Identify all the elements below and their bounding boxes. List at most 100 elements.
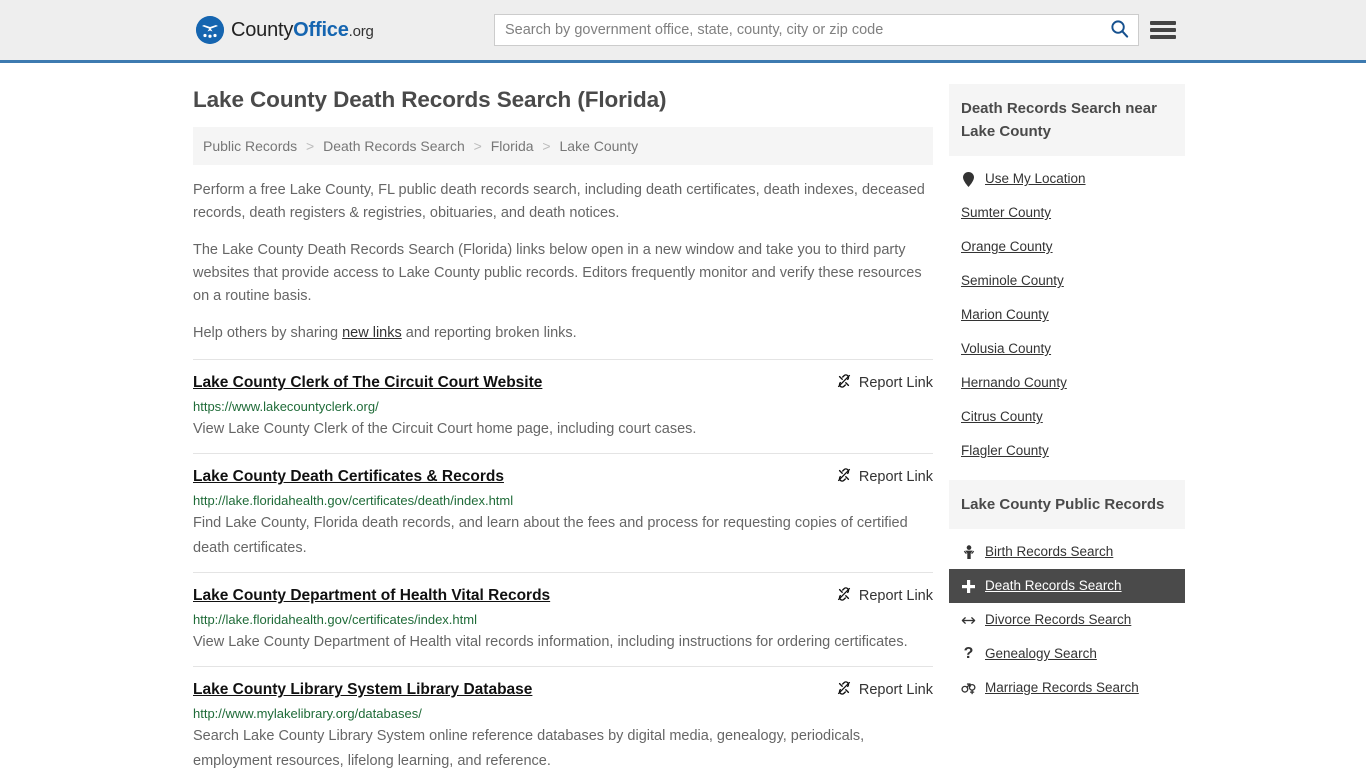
site-logo[interactable]: CountyOffice.org bbox=[196, 16, 374, 44]
sidebar-item-label[interactable]: Marion County bbox=[961, 306, 1049, 324]
breadcrumb-separator: > bbox=[542, 138, 551, 154]
result-item: Lake County Library System Library Datab… bbox=[193, 666, 933, 768]
sidebar-item-label[interactable]: Genealogy Search bbox=[985, 645, 1097, 663]
breadcrumb-item-lake-county: Lake County bbox=[559, 138, 639, 154]
report-link-label: Report Link bbox=[858, 469, 933, 485]
broken-link-icon bbox=[836, 586, 852, 606]
hamburger-menu-icon-bar bbox=[1150, 28, 1176, 32]
result-title-link[interactable]: Lake County Clerk of The Circuit Court W… bbox=[193, 373, 542, 393]
report-link-button[interactable]: Report Link bbox=[822, 467, 933, 487]
breadcrumb-separator: > bbox=[306, 138, 315, 154]
broken-link-icon bbox=[836, 467, 852, 487]
result-description: View Lake County Clerk of the Circuit Co… bbox=[193, 421, 697, 437]
report-link-button[interactable]: Report Link bbox=[822, 586, 933, 606]
records-panel-list: Birth Records Search Death Records Searc… bbox=[949, 529, 1185, 717]
page-body: Lake County Death Records Search (Florid… bbox=[0, 63, 1366, 768]
result-item: Lake County Death Certificates & Records… bbox=[193, 453, 933, 572]
sidebar-item-label[interactable]: Divorce Records Search bbox=[985, 611, 1131, 629]
hamburger-menu-button[interactable] bbox=[1150, 19, 1176, 41]
sidebar-item-death-records-search[interactable]: Death Records Search bbox=[949, 569, 1185, 603]
sidebar-item-genealogy-search[interactable]: ? Genealogy Search bbox=[949, 637, 1185, 671]
result-url: https://www.lakecountyclerk.org/ bbox=[193, 399, 379, 414]
result-url: http://lake.floridahealth.gov/certificat… bbox=[193, 612, 477, 627]
hamburger-menu-icon-bar bbox=[1150, 21, 1176, 25]
sidebar-item-hernando-county[interactable]: Hernando County bbox=[949, 366, 1185, 400]
report-link-button[interactable]: Report Link bbox=[822, 680, 933, 700]
result-url: http://www.mylakelibrary.org/databases/ bbox=[193, 706, 422, 721]
sidebar-item-label[interactable]: Citrus County bbox=[961, 408, 1043, 426]
sidebar-item-use-my-location[interactable]: Use My Location bbox=[949, 162, 1185, 196]
breadcrumb-item-death-records-search[interactable]: Death Records Search bbox=[323, 138, 465, 154]
intro-paragraph-1: Perform a free Lake County, FL public de… bbox=[193, 182, 925, 221]
sidebar: Death Records Search near Lake County Us… bbox=[949, 63, 1185, 768]
result-item: Lake County Clerk of The Circuit Court W… bbox=[193, 359, 933, 453]
breadcrumb-separator: > bbox=[473, 138, 482, 154]
sidebar-item-divorce-records-search[interactable]: Divorce Records Search bbox=[949, 603, 1185, 637]
report-link-button[interactable]: Report Link bbox=[822, 373, 933, 393]
map-pin-icon bbox=[961, 171, 976, 187]
near-panel-list: Use My Location Sumter County Orange Cou… bbox=[949, 156, 1185, 480]
male-female-icon bbox=[961, 682, 976, 695]
sidebar-item-citrus-county[interactable]: Citrus County bbox=[949, 400, 1185, 434]
sidebar-item-label[interactable]: Marriage Records Search bbox=[985, 679, 1139, 697]
breadcrumb-item-florida[interactable]: Florida bbox=[491, 138, 534, 154]
result-title-link[interactable]: Lake County Department of Health Vital R… bbox=[193, 586, 550, 606]
breadcrumb: Public Records > Death Records Search > … bbox=[193, 127, 933, 165]
search-icon bbox=[1110, 19, 1129, 41]
logo-text-county: County bbox=[231, 18, 294, 41]
result-title-link[interactable]: Lake County Library System Library Datab… bbox=[193, 680, 532, 700]
broken-link-icon bbox=[836, 680, 852, 700]
breadcrumb-item-public-records[interactable]: Public Records bbox=[203, 138, 297, 154]
result-description: View Lake County Department of Health vi… bbox=[193, 634, 908, 650]
search-button[interactable] bbox=[1100, 15, 1138, 45]
result-title-link[interactable]: Lake County Death Certificates & Records bbox=[193, 467, 504, 487]
main-content: Lake County Death Records Search (Florid… bbox=[193, 63, 933, 768]
logo-text-org: .org bbox=[348, 22, 374, 40]
sidebar-item-label[interactable]: Flagler County bbox=[961, 442, 1049, 460]
sidebar-item-label[interactable]: Use My Location bbox=[985, 170, 1086, 188]
baby-icon bbox=[961, 544, 976, 560]
cross-plus-icon bbox=[961, 579, 976, 594]
intro-paragraph-3: Help others by sharing new links and rep… bbox=[193, 322, 933, 345]
sidebar-item-label[interactable]: Death Records Search bbox=[985, 577, 1122, 595]
eagle-seal-icon bbox=[196, 16, 224, 44]
broken-link-icon bbox=[836, 373, 852, 393]
intro-text: Perform a free Lake County, FL public de… bbox=[193, 179, 933, 345]
intro-paragraph-3-before: Help others by sharing bbox=[193, 325, 343, 341]
sidebar-item-birth-records-search[interactable]: Birth Records Search bbox=[949, 535, 1185, 569]
result-description: Find Lake County, Florida death records,… bbox=[193, 515, 908, 556]
result-item: Lake County Department of Health Vital R… bbox=[193, 572, 933, 666]
sidebar-item-volusia-county[interactable]: Volusia County bbox=[949, 332, 1185, 366]
hamburger-menu-icon-bar bbox=[1150, 35, 1176, 39]
logo-text-office: Office bbox=[293, 18, 349, 41]
site-header: CountyOffice.org bbox=[0, 0, 1366, 63]
arrows-left-right-icon bbox=[961, 615, 976, 626]
sidebar-item-label[interactable]: Volusia County bbox=[961, 340, 1051, 358]
records-panel-title: Lake County Public Records bbox=[949, 480, 1185, 529]
sidebar-item-sumter-county[interactable]: Sumter County bbox=[949, 196, 1185, 230]
near-panel-title: Death Records Search near Lake County bbox=[949, 84, 1185, 156]
question-mark-icon: ? bbox=[963, 645, 974, 662]
report-link-label: Report Link bbox=[858, 682, 933, 698]
result-description: Search Lake County Library System online… bbox=[193, 728, 865, 768]
sidebar-item-label[interactable]: Birth Records Search bbox=[985, 543, 1113, 561]
report-link-label: Report Link bbox=[858, 588, 933, 604]
sidebar-item-label[interactable]: Hernando County bbox=[961, 374, 1067, 392]
search-bar[interactable] bbox=[494, 14, 1139, 46]
sidebar-item-label[interactable]: Sumter County bbox=[961, 204, 1051, 222]
new-links-link[interactable]: new links bbox=[342, 325, 402, 341]
sidebar-item-label[interactable]: Seminole County bbox=[961, 272, 1064, 290]
sidebar-item-seminole-county[interactable]: Seminole County bbox=[949, 264, 1185, 298]
logo-text: CountyOffice.org bbox=[231, 19, 374, 42]
intro-paragraph-2: The Lake County Death Records Search (Fl… bbox=[193, 242, 922, 304]
sidebar-item-marriage-records-search[interactable]: Marriage Records Search bbox=[949, 671, 1185, 705]
result-url: http://lake.floridahealth.gov/certificat… bbox=[193, 493, 514, 508]
search-input[interactable] bbox=[495, 15, 1100, 45]
intro-paragraph-3-after: and reporting broken links. bbox=[401, 325, 577, 341]
sidebar-item-orange-county[interactable]: Orange County bbox=[949, 230, 1185, 264]
page-title: Lake County Death Records Search (Florid… bbox=[193, 87, 667, 112]
sidebar-item-label[interactable]: Orange County bbox=[961, 238, 1053, 256]
sidebar-item-marion-county[interactable]: Marion County bbox=[949, 298, 1185, 332]
report-link-label: Report Link bbox=[858, 375, 933, 391]
sidebar-item-flagler-county[interactable]: Flagler County bbox=[949, 434, 1185, 468]
